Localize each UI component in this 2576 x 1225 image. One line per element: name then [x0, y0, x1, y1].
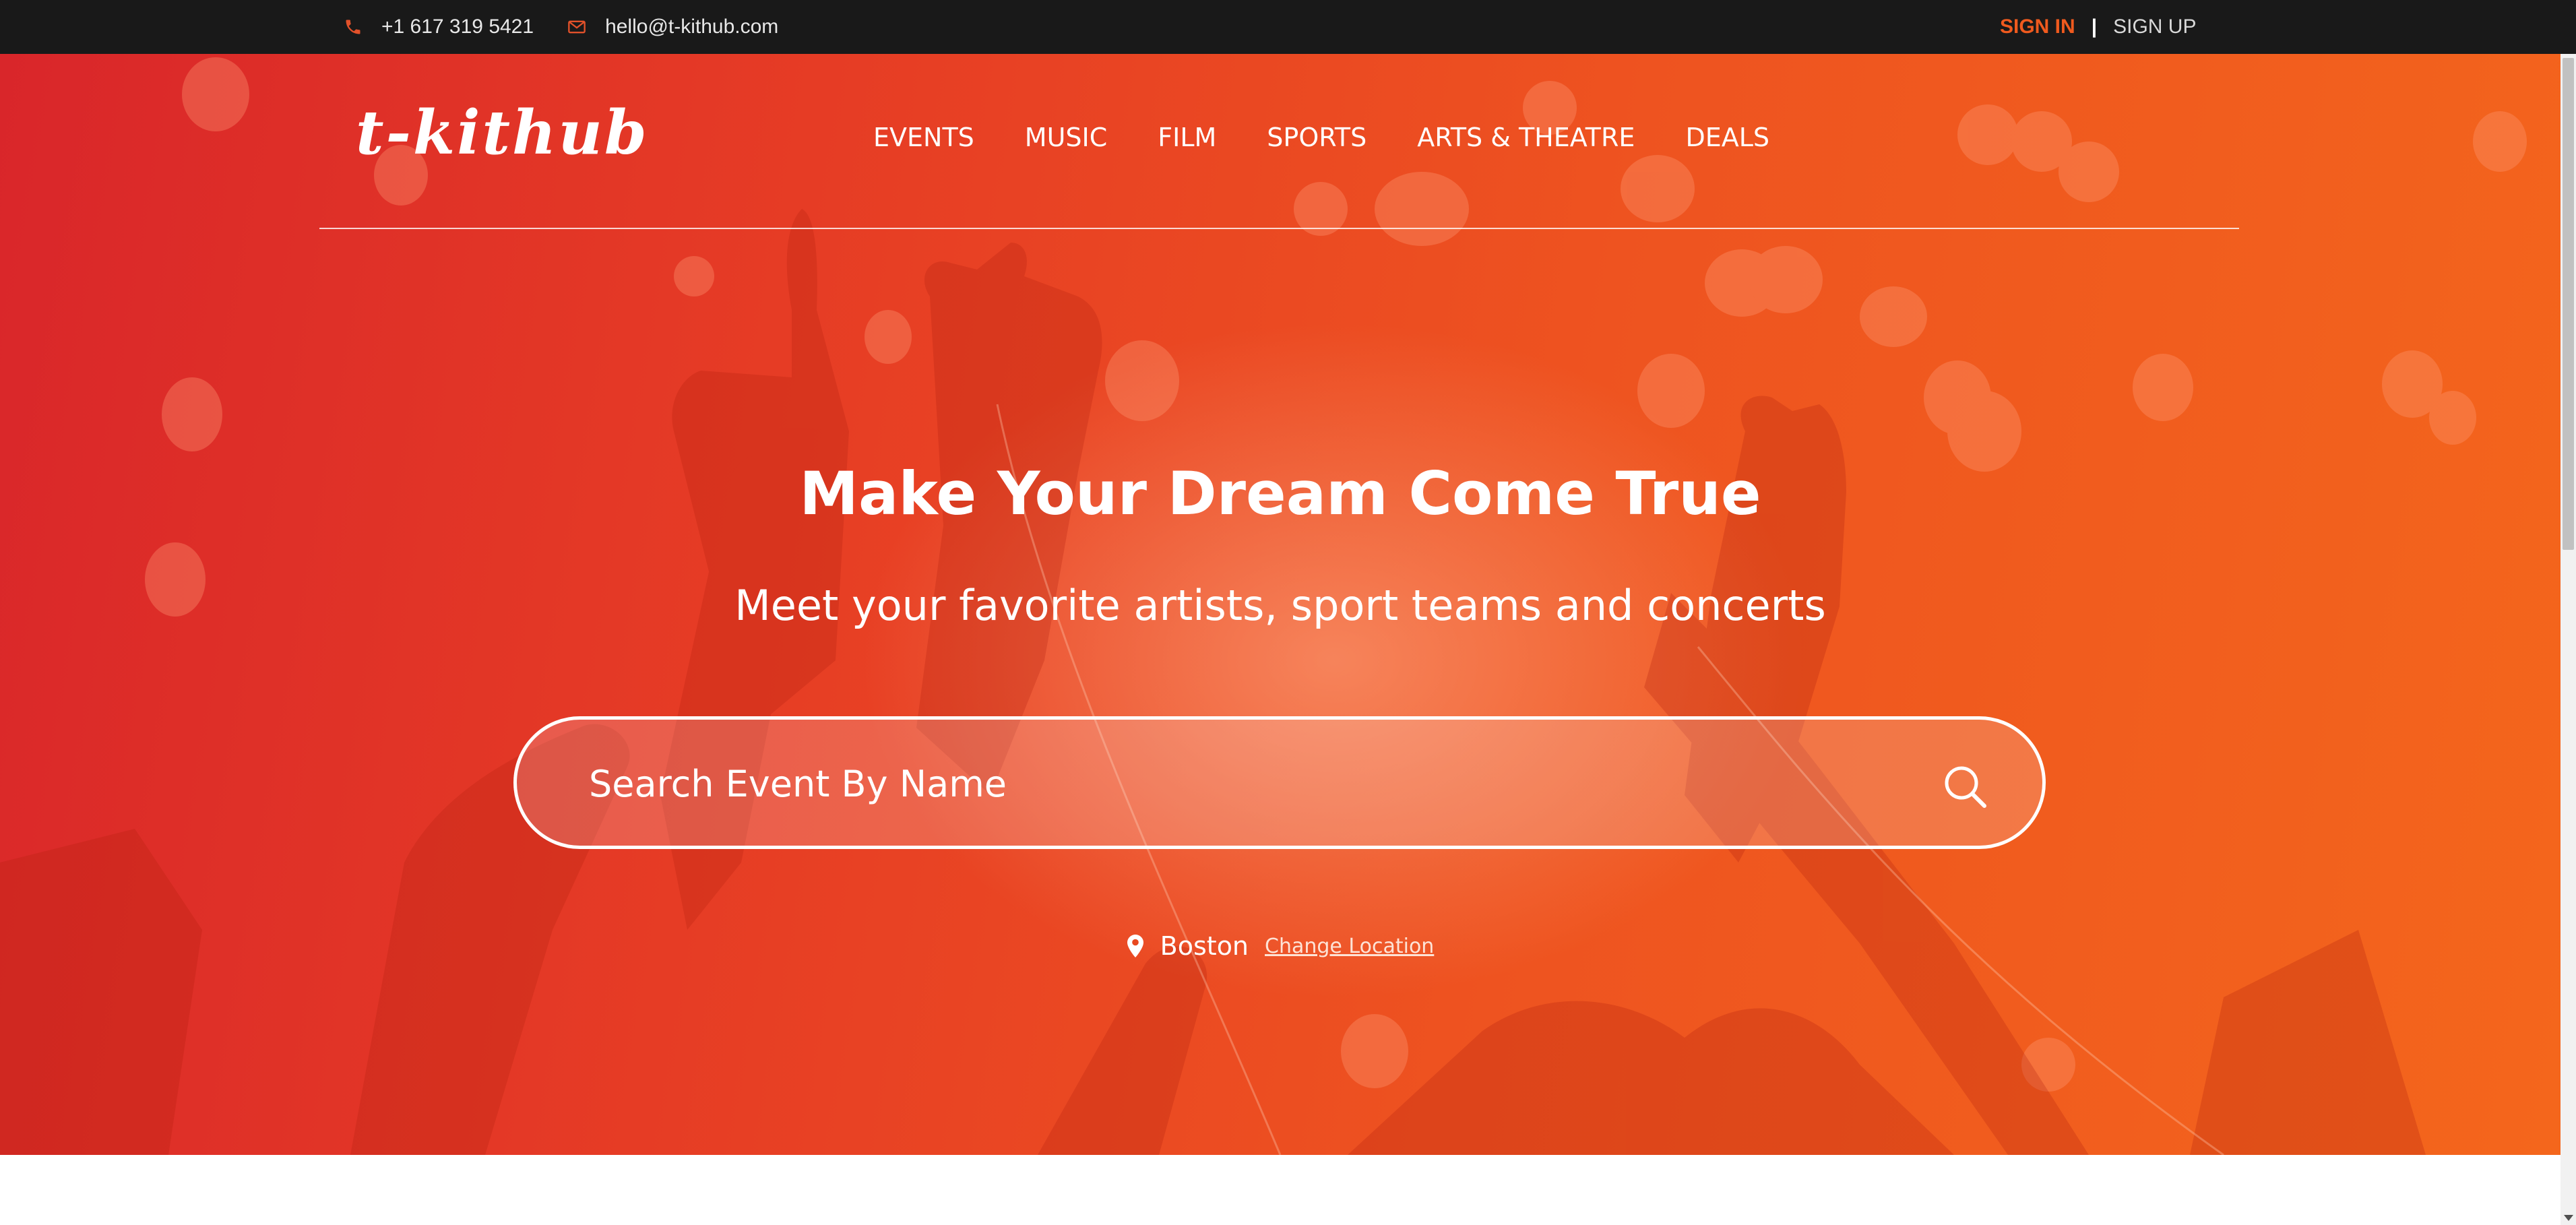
current-city: Boston — [1160, 931, 1249, 961]
envelope-icon — [568, 20, 586, 34]
nav-item-music[interactable]: MUSIC — [1025, 123, 1107, 152]
email-address: hello@t-kithub.com — [605, 15, 779, 38]
page: +1 617 319 5421 hello@t-kithub.com SIGN … — [0, 0, 2576, 1225]
page-scrollbar[interactable] — [2561, 54, 2576, 1225]
site-logo[interactable]: t-kithub — [356, 102, 649, 163]
search-icon[interactable] — [1939, 760, 1992, 814]
contact-info: +1 617 319 5421 hello@t-kithub.com — [344, 0, 812, 54]
nav-item-deals[interactable]: DEALS — [1685, 123, 1769, 152]
nav-item-events[interactable]: EVENTS — [873, 123, 974, 152]
scrollbar-thumb[interactable] — [2563, 58, 2574, 550]
hero-section: t-kithub EVENTS MUSIC FILM SPORTS ARTS &… — [0, 54, 2561, 1155]
nav-item-film[interactable]: FILM — [1158, 123, 1216, 152]
main-nav: EVENTS MUSIC FILM SPORTS ARTS & THEATRE … — [873, 123, 1769, 152]
phone-icon — [346, 20, 360, 34]
hero-subtitle: Meet your favorite artists, sport teams … — [734, 581, 1826, 630]
nav-item-arts-theatre[interactable]: ARTS & THEATRE — [1417, 123, 1635, 152]
header-divider — [319, 228, 2239, 229]
top-bar: +1 617 319 5421 hello@t-kithub.com SIGN … — [0, 0, 2576, 54]
phone-number: +1 617 319 5421 — [381, 15, 534, 38]
auth-separator: | — [2091, 15, 2098, 38]
event-search-box — [513, 716, 2046, 849]
sign-up-link[interactable]: SIGN UP — [2113, 15, 2196, 38]
change-location-link[interactable]: Change Location — [1265, 935, 1434, 958]
sign-in-link[interactable]: SIGN IN — [2000, 15, 2075, 38]
email-contact[interactable]: hello@t-kithub.com — [567, 15, 778, 38]
phone-contact[interactable]: +1 617 319 5421 — [344, 15, 534, 38]
map-pin-icon — [1127, 935, 1143, 957]
auth-links: SIGN IN | SIGN UP — [2000, 0, 2196, 54]
search-input[interactable] — [588, 750, 1868, 817]
scroll-down-arrow-icon[interactable] — [2564, 1215, 2573, 1221]
nav-item-sports[interactable]: SPORTS — [1267, 123, 1366, 152]
hero-title: Make Your Dream Come True — [799, 459, 1761, 528]
location-selector: Boston Change Location — [0, 931, 2561, 961]
